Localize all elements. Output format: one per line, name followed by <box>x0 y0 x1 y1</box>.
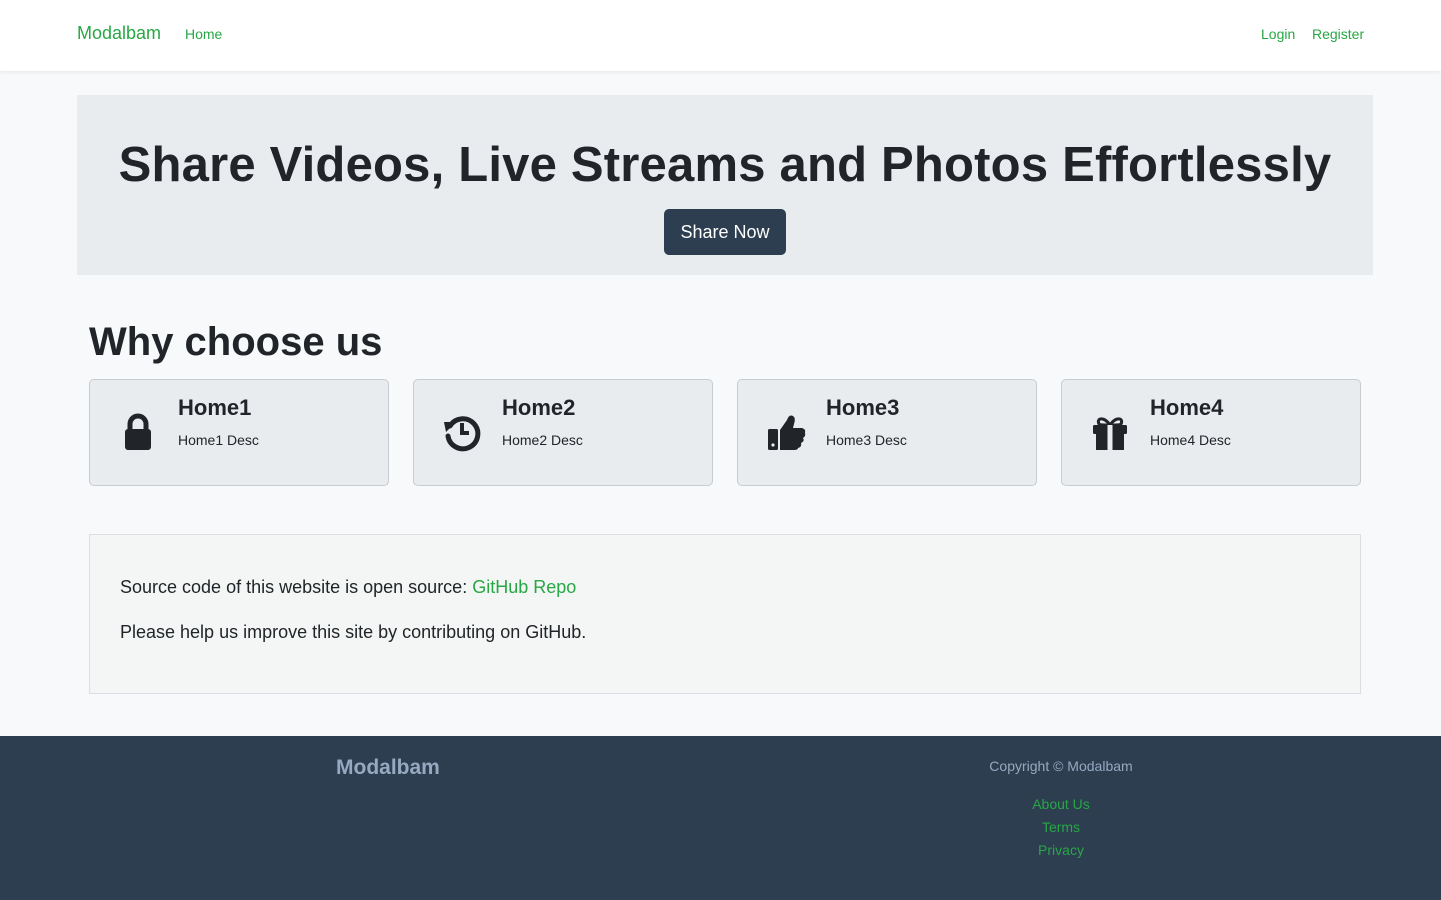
feature-card: Home1 Home1 Desc <box>89 379 389 486</box>
feature-card-title: Home1 <box>178 395 252 420</box>
footer-brand: Modalbam <box>336 756 440 779</box>
footer-privacy-link[interactable]: Privacy <box>1038 842 1084 858</box>
share-now-button[interactable]: Share Now <box>664 209 786 255</box>
feature-card-title: Home4 <box>1150 395 1224 420</box>
footer-terms-link[interactable]: Terms <box>1042 819 1080 835</box>
feature-card-desc: Home1 Desc <box>178 432 259 448</box>
nav-home-link[interactable]: Home <box>185 26 222 42</box>
page-footer: Modalbam Copyright © Modalbam About Us T… <box>0 736 1441 900</box>
contribute-text: Please help us improve this site by cont… <box>120 622 587 642</box>
history-icon <box>442 412 482 452</box>
nav-login-link[interactable]: Login <box>1261 26 1295 42</box>
footer-about-link[interactable]: About Us <box>1032 796 1090 812</box>
nav-register-link[interactable]: Register <box>1312 26 1364 42</box>
feature-card-desc: Home3 Desc <box>826 432 907 448</box>
lock-icon <box>118 412 158 452</box>
feature-card: Home2 Home2 Desc <box>413 379 713 486</box>
github-repo-link[interactable]: GitHub Repo <box>472 577 576 597</box>
section-title: Why choose us <box>89 320 383 364</box>
copyright-text: Copyright © Modalbam <box>989 758 1133 774</box>
brand-link[interactable]: Modalbam <box>77 23 161 44</box>
feature-card-desc: Home4 Desc <box>1150 432 1231 448</box>
open-source-text: Source code of this website is open sour… <box>120 577 473 597</box>
feature-card-desc: Home2 Desc <box>502 432 583 448</box>
thumbs-up-icon <box>766 412 806 452</box>
open-source-line: Source code of this website is open sour… <box>120 577 576 598</box>
footer-info: Copyright © Modalbam About Us Terms Priv… <box>960 758 1162 865</box>
footer-links: About Us Terms Privacy <box>960 796 1162 865</box>
feature-card: Home3 Home3 Desc <box>737 379 1037 486</box>
gift-icon <box>1090 412 1130 452</box>
hero-banner: Share Videos, Live Streams and Photos Ef… <box>77 95 1373 275</box>
feature-card: Home4 Home4 Desc <box>1061 379 1361 486</box>
feature-card-title: Home3 <box>826 395 900 420</box>
feature-card-title: Home2 <box>502 395 576 420</box>
open-source-notice: Source code of this website is open sour… <box>89 534 1361 694</box>
top-navbar: Modalbam Home Login Register <box>0 0 1441 71</box>
hero-title: Share Videos, Live Streams and Photos Ef… <box>118 138 1332 192</box>
